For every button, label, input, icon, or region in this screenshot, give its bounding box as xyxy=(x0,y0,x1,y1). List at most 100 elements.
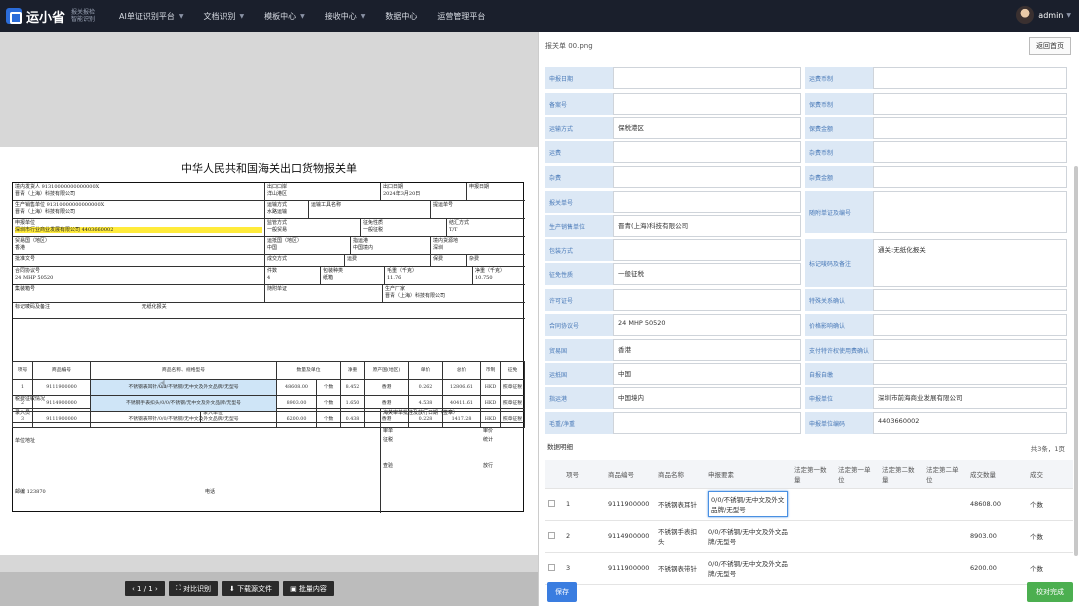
field-label: 杂费币制 xyxy=(805,141,873,163)
nav-item-template-center[interactable]: 模板中心 ▼ xyxy=(264,11,305,22)
page-nav-button[interactable]: ‹ 1 / 1 › xyxy=(125,581,165,596)
chevron-right-icon: › xyxy=(155,584,158,593)
field-input[interactable] xyxy=(873,363,1067,385)
field-input[interactable] xyxy=(613,289,801,311)
back-home-button[interactable]: 返回首页 xyxy=(1029,37,1071,55)
field-row: 特殊关系确认 xyxy=(805,288,1067,312)
field-input[interactable] xyxy=(873,314,1067,336)
field-input[interactable] xyxy=(613,166,801,188)
compare-icon: ⛶ xyxy=(175,584,181,592)
field-input[interactable] xyxy=(613,412,801,434)
detail-header-cell: 法定第一单位 xyxy=(835,460,879,489)
goods-cell: 8903.00 xyxy=(276,395,317,412)
form-cell-maker: 生产厂家 晋青（上海）科技有限公司 xyxy=(383,285,525,303)
field-input[interactable] xyxy=(873,93,1067,115)
field-row: 征免性质 一般征税 xyxy=(545,262,801,286)
nav-item-doc-recognition[interactable]: 文档识别 ▼ xyxy=(203,11,244,22)
nav-item-ops-platform[interactable]: 运营管理平台 xyxy=(437,11,485,22)
form-highlight-declarant: 深圳市行业商业发展有限公司 4403660002 xyxy=(15,226,262,233)
nav-item-receive-center[interactable]: 接收中心 ▼ xyxy=(325,11,366,22)
row-checkbox[interactable] xyxy=(548,531,555,539)
row-checkbox[interactable] xyxy=(548,563,555,571)
field-input[interactable] xyxy=(613,67,801,89)
field-row: 价格影响确认 xyxy=(805,313,1067,337)
batch-button[interactable]: ▣ 批量内容 xyxy=(283,581,334,596)
avatar xyxy=(1016,6,1035,24)
table-row[interactable]: 1 9111900000 不锈钢表耳针 0/0/不锈钢/无中文及外文品牌/无型号… xyxy=(545,488,1073,521)
goods-cell: 2 xyxy=(12,395,33,412)
field-input[interactable]: 保税港区 xyxy=(613,117,801,139)
form-cell-unit-address: 单位地址 邮编 123870 电话 xyxy=(13,423,381,513)
vertical-scrollbar[interactable] xyxy=(1074,166,1078,556)
field-row: 运费币制 xyxy=(805,66,1067,90)
form-cell-declare-date: 申报日期 xyxy=(467,183,525,201)
form-cell-pieces: 件数 4 xyxy=(265,267,321,285)
proofread-done-button[interactable]: 校对完成 xyxy=(1027,582,1073,602)
nav-item-data-center[interactable]: 数据中心 xyxy=(385,11,417,22)
field-row: 保费金额 xyxy=(805,116,1067,140)
field-input[interactable] xyxy=(873,339,1067,361)
goods-header-row: 项号 商品编号 商品名称、规格型号 数量及单位 净重 原产国(地区) 单价 总价… xyxy=(12,361,525,380)
field-input[interactable] xyxy=(873,141,1067,163)
field-input[interactable]: 通关:无纸化报关 xyxy=(873,239,1067,287)
field-label: 运抵国 xyxy=(545,363,613,385)
field-input[interactable]: 香港 xyxy=(613,339,801,361)
field-row: 指运港 中国境内 xyxy=(545,386,801,410)
goods-cell: 1.650 xyxy=(340,395,365,412)
field-input[interactable] xyxy=(873,117,1067,139)
row-checkbox[interactable] xyxy=(548,499,555,507)
field-input[interactable]: 中国境内 xyxy=(613,387,801,409)
user-menu[interactable]: admin ▼ xyxy=(1016,6,1071,24)
field-input[interactable] xyxy=(613,191,801,213)
field-input[interactable]: 中国 xyxy=(613,363,801,385)
table-row[interactable]: 3 9111900000 不锈钢表带针 0/0/不锈钢/无中文及外文品牌/无型号… xyxy=(545,552,1073,585)
download-button[interactable]: ⬇ 下载源文件 xyxy=(221,581,280,596)
form-cell-dest-country: 运抵国（地区） 中国 xyxy=(265,237,351,255)
form-cell-license: 批准文号 xyxy=(13,255,265,267)
field-input[interactable]: 晋青(上海)科技有限公司 xyxy=(613,215,801,237)
chevron-down-icon: ▼ xyxy=(1066,11,1071,19)
document-viewer[interactable]: 中华人民共和国海关出口货物报关单 境内发货人 91310000000000000… xyxy=(0,32,538,606)
editing-cell-input[interactable]: 0/0/不锈钢/无中文及外文品牌/无型号 xyxy=(708,491,788,517)
field-input[interactable] xyxy=(873,191,1067,233)
goods-cell: 6200.00 xyxy=(276,411,317,428)
compare-button[interactable]: ⛶ 对比识别 xyxy=(168,581,218,596)
logo[interactable]: 运小省 报关报检 智能识别 xyxy=(6,7,101,26)
detail-header-cell: 法定第二数量 xyxy=(879,460,923,489)
form-cell-gross-weight: 毛重（千克） 11.76 xyxy=(385,267,473,285)
field-input[interactable] xyxy=(873,289,1067,311)
field-input[interactable] xyxy=(613,93,801,115)
nav-item-ai-platform[interactable]: AI单证识别平台 ▼ xyxy=(119,11,183,22)
field-input[interactable]: 24 MHP 50520 xyxy=(613,314,801,336)
goods-cell: 香港 xyxy=(364,395,409,412)
table-row[interactable]: 2 9114900000 不锈钢手表扣头 0/0/不锈钢/无中文及外文品牌/无型… xyxy=(545,520,1073,553)
goods-cell: 3 xyxy=(12,411,33,428)
goods-cell: 个数 xyxy=(316,411,341,428)
field-input[interactable]: 4403660002 xyxy=(873,412,1067,434)
form-cell-consignor: 境内发货人 91310000000000000X 晋青（上海）科技有限公司 xyxy=(13,183,265,201)
row-cell: 个数 xyxy=(1027,552,1073,585)
field-input[interactable] xyxy=(873,166,1067,188)
hand-cursor-icon: ☝ xyxy=(159,377,167,391)
field-label: 价格影响确认 xyxy=(805,314,873,336)
logo-icon xyxy=(6,8,22,24)
field-input[interactable]: 深圳市前海商业发展有限公司 xyxy=(873,387,1067,409)
field-input[interactable] xyxy=(873,67,1067,89)
row-cell: 不锈钢表带针 xyxy=(655,552,705,585)
detail-table: 项号 商品编号 商品名称 申报要素 法定第一数量 法定第一单位 法定第二数量 法… xyxy=(545,460,1073,585)
form-label-approve: 审价 xyxy=(482,428,493,434)
form-cell-insurance: 保费 xyxy=(431,255,467,267)
goods-cell: HKD xyxy=(480,411,501,428)
field-row: 运输方式 保税港区 xyxy=(545,116,801,140)
goods-cell: 个数 xyxy=(316,379,341,396)
goods-header-cell: 项号 xyxy=(12,361,33,380)
detail-header-cell xyxy=(545,460,563,489)
field-input[interactable]: 一般征税 xyxy=(613,263,801,285)
form-label-zip: 邮编 123870 xyxy=(15,488,46,495)
field-input[interactable] xyxy=(613,239,801,261)
detail-header-cell: 商品名称 xyxy=(655,460,705,489)
row-cell: 0/0/不锈钢/无中文及外文品牌/无型号 xyxy=(705,520,791,553)
save-button[interactable]: 保存 xyxy=(547,582,577,602)
form-cell-export-date: 出口日期 2024年3月20日 xyxy=(381,183,467,201)
field-input[interactable] xyxy=(613,141,801,163)
